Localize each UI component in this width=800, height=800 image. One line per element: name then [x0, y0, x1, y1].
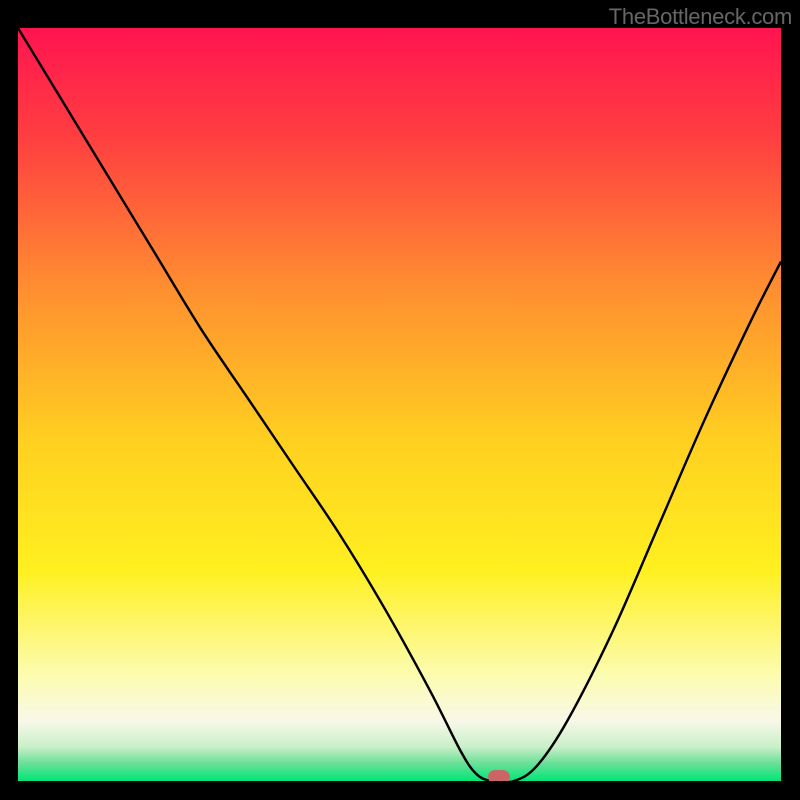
- plot-area: [18, 28, 781, 781]
- curve-layer: [18, 28, 781, 781]
- watermark-text: TheBottleneck.com: [609, 4, 792, 30]
- optimal-point-marker: [488, 770, 510, 781]
- bottleneck-curve: [18, 28, 781, 781]
- chart-container: TheBottleneck.com: [0, 0, 800, 800]
